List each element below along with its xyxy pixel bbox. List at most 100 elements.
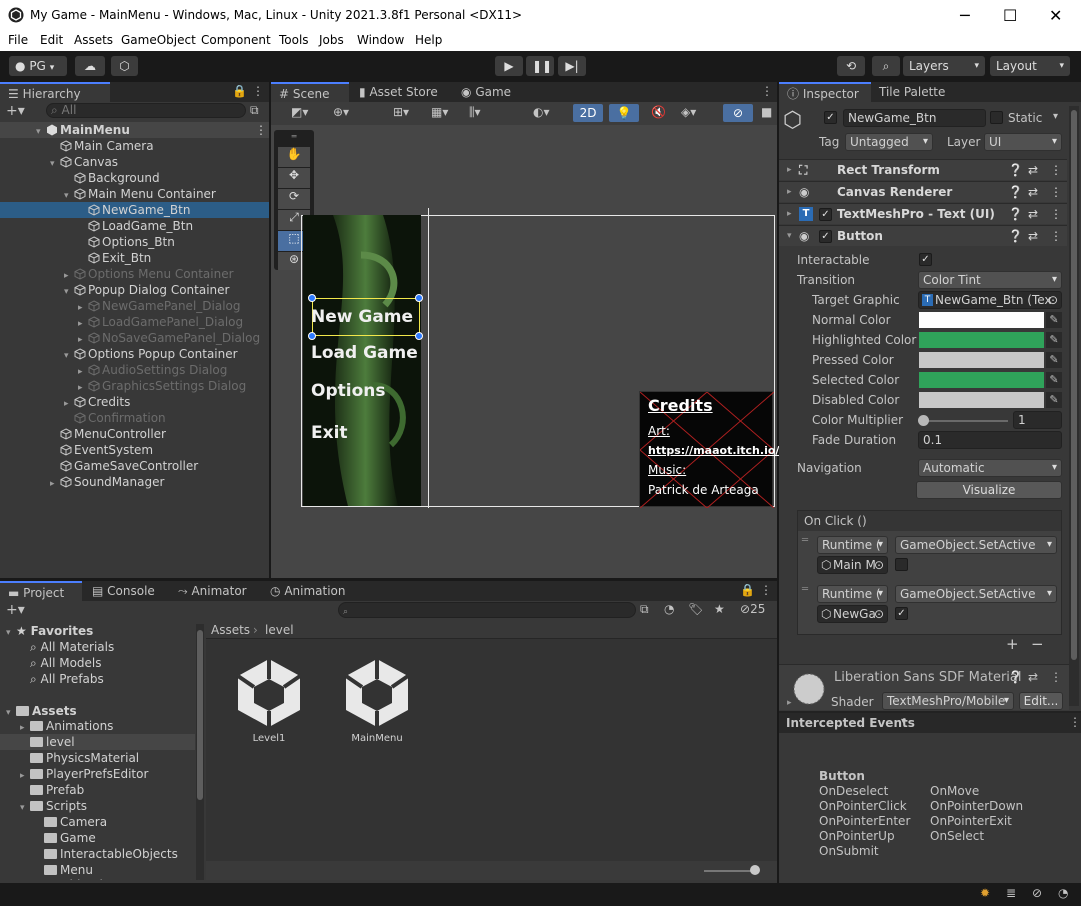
breadcrumb-assets[interactable]: Assets [211, 623, 250, 637]
eyedropper-icon[interactable]: ✎ [1046, 352, 1062, 368]
resize-handle[interactable] [308, 294, 316, 302]
tab-asset-store[interactable]: ▮ Asset Store [351, 82, 446, 102]
menu-help[interactable]: Help [415, 33, 442, 47]
project-tree-row[interactable]: ▾ Scripts [0, 798, 195, 814]
hierarchy-row[interactable]: ▸ LoadGamePanel_Dialog [0, 314, 269, 330]
component-button[interactable]: ▾ ◉ ✓ Button ❔ ⇄ ⋮ [779, 225, 1067, 246]
pause-button[interactable]: ❚❚ [526, 56, 554, 76]
component-textmeshpro[interactable]: ▸ T ✓ TextMeshPro - Text (UI) ❔ ⇄ ⋮ [779, 203, 1067, 224]
hierarchy-row[interactable]: ▸ SoundManager [0, 474, 269, 490]
menu-assets[interactable]: Assets [74, 33, 113, 47]
setactive-checkbox[interactable] [895, 558, 908, 571]
hierarchy-row[interactable]: ▾ Main Menu Container [0, 186, 269, 202]
drag-handle[interactable]: ═ [802, 535, 808, 546]
collab-button[interactable]: ⬡ [111, 56, 138, 76]
move-tool-button[interactable]: ✥ [278, 168, 310, 188]
menu-gameobject[interactable]: GameObject [121, 33, 196, 47]
project-tree-row[interactable]: PhysicsMaterial [0, 750, 195, 766]
static-checkbox[interactable] [990, 111, 1003, 124]
effects-icon[interactable]: ◈▾ [681, 105, 696, 119]
fade-duration-input[interactable]: 0.1 [918, 431, 1062, 449]
selected-color-swatch[interactable] [919, 372, 1044, 388]
project-tree-row[interactable]: ▾ ★ Favorites [0, 623, 195, 639]
drag-handle[interactable]: ═ [802, 584, 808, 595]
visualize-button[interactable]: Visualize [916, 481, 1062, 499]
help-icon[interactable]: ❔ [1008, 160, 1023, 181]
menu-edit[interactable]: Edit [40, 33, 63, 47]
component-rect-transform[interactable]: ▸ ⛶ Rect Transform ❔ ⇄ ⋮ [779, 159, 1067, 180]
hierarchy-search-input[interactable]: ⌕ All [46, 103, 246, 118]
project-tree-row[interactable]: ⌕ All Materials [0, 639, 195, 655]
menu-window[interactable]: Window [357, 33, 404, 47]
hidden-packages-button[interactable]: ⊘25 [740, 602, 765, 616]
hierarchy-row[interactable]: MenuController [0, 426, 269, 442]
tab-project[interactable]: ▬ Project [0, 581, 82, 601]
preset-icon[interactable]: ⇄ [1028, 670, 1038, 684]
hierarchy-row[interactable]: ▸ Options Menu Container [0, 266, 269, 282]
project-tree-row[interactable]: ▾ Assets [0, 703, 195, 719]
hierarchy-row[interactable]: Options_Btn [0, 234, 269, 250]
minimize-button[interactable]: ─ [960, 6, 970, 25]
disabled-color-swatch[interactable] [919, 392, 1044, 408]
highlighted-color-swatch[interactable] [919, 332, 1044, 348]
bug-icon[interactable]: ✹ [980, 886, 990, 900]
add-listener-button[interactable]: + [1006, 635, 1019, 653]
menu-component[interactable]: Component [201, 33, 271, 47]
component-enabled-checkbox[interactable]: ✓ [819, 208, 832, 221]
help-icon[interactable]: ❔ [1008, 226, 1023, 247]
tab-hierarchy[interactable]: ☰ Hierarchy [0, 82, 110, 102]
hierarchy-row[interactable]: ▸ NoSaveGamePanel_Dialog [0, 330, 269, 346]
load-game-button-text[interactable]: Load Game [311, 343, 418, 363]
expand-caret[interactable]: ▸ [787, 698, 792, 708]
project-tree-row[interactable]: Menu [0, 862, 195, 878]
project-tree-row[interactable]: ▸ Animations [0, 718, 195, 734]
asset-mainmenu[interactable]: MainMenu [334, 656, 420, 756]
new-game-button-text[interactable]: New Game [311, 307, 413, 327]
more-icon[interactable]: ⋮ [1050, 160, 1062, 181]
hierarchy-row[interactable]: Exit_Btn [0, 250, 269, 266]
favorite-star-icon[interactable]: ★ [714, 602, 725, 616]
cloud-button[interactable]: ☁ [75, 56, 105, 76]
shader-dropdown[interactable]: TextMeshPro/Mobile [882, 692, 1014, 710]
material-header[interactable]: ▸ Liberation Sans SDF Material ❔ ⇄ ⋮ Sha… [779, 664, 1069, 710]
play-button[interactable]: ▶ [495, 56, 523, 76]
layer-dropdown[interactable]: UI [984, 133, 1062, 151]
preset-icon[interactable]: ⇄ [1028, 204, 1038, 225]
project-tree-row[interactable]: OldScripts [0, 877, 195, 880]
more-icon[interactable]: ⋮ [1050, 670, 1062, 684]
database-icon[interactable]: ≣ [1006, 886, 1016, 900]
more-icon[interactable]: ⋮ [252, 84, 264, 98]
navigation-dropdown[interactable]: Automatic [918, 459, 1062, 477]
hierarchy-row[interactable]: ▸ NewGamePanel_Dialog [0, 298, 269, 314]
target-object-field[interactable]: ⬡ NewGa ⊙ [817, 605, 888, 623]
resize-handle[interactable] [308, 332, 316, 340]
hierarchy-row[interactable]: Main Camera [0, 138, 269, 154]
chevron-down-icon[interactable]: ▾ [901, 716, 906, 727]
asset-level1[interactable]: Level1 [226, 656, 312, 756]
scene-view[interactable]: ═ ✋ ✥ ⟳ ⤢ ⬚ ⊛ New Game Load Game Options… [271, 125, 779, 578]
lock-icon[interactable]: 🔒 [232, 84, 247, 98]
inspector-scroll-thumb[interactable] [1071, 110, 1077, 660]
project-search-input[interactable]: ⌕ [338, 602, 636, 618]
icon-size-slider-thumb[interactable] [750, 865, 760, 875]
hierarchy-row[interactable]: ▸ Credits [0, 394, 269, 410]
preset-icon[interactable]: ⇄ [1028, 182, 1038, 203]
tree-scrollbar[interactable] [196, 624, 204, 880]
project-tree-row[interactable]: Camera [0, 814, 195, 830]
project-tree-row[interactable]: Game [0, 830, 195, 846]
search-button[interactable]: ⌕ [872, 56, 900, 76]
pressed-color-swatch[interactable] [919, 352, 1044, 368]
project-tree-row[interactable]: InteractableObjects [0, 846, 195, 862]
tab-scene[interactable]: # Scene [271, 82, 349, 102]
object-name-input[interactable]: NewGame_Btn [843, 109, 986, 127]
rotate-tool-button[interactable]: ⟳ [278, 189, 310, 209]
more-icon[interactable]: ⋮ [1050, 204, 1062, 225]
more-icon[interactable]: ⋮ [760, 583, 772, 597]
search-filter-icon[interactable]: ⧉ [250, 103, 259, 118]
function-dropdown[interactable]: GameObject.SetActive [895, 536, 1057, 554]
lock-icon[interactable]: 🔒 [740, 583, 755, 597]
more-icon[interactable]: ⋮ [1050, 182, 1062, 203]
tab-inspector[interactable]: ⓘ Inspector [779, 82, 871, 102]
help-icon[interactable]: ❔ [1008, 182, 1023, 203]
filter-type-icon[interactable]: ◔ [664, 602, 674, 616]
